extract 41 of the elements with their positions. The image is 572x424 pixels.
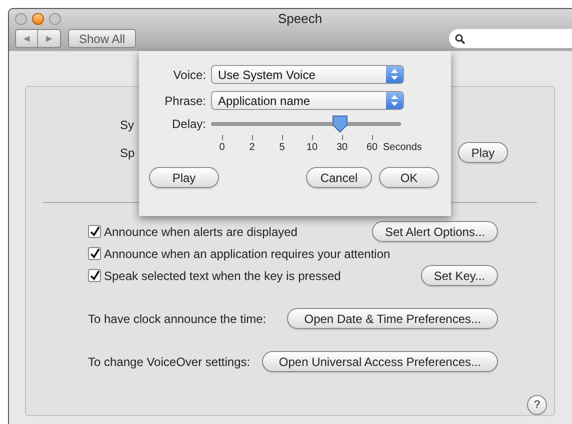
- field-label: Sy: [120, 117, 134, 134]
- checkbox[interactable]: [88, 225, 101, 238]
- checkbox[interactable]: [88, 247, 101, 260]
- field-label: Phrase:: [164, 92, 206, 110]
- tick-label: 30: [327, 135, 357, 153]
- help-button[interactable]: ?: [527, 395, 547, 415]
- ok-button[interactable]: OK: [379, 167, 439, 188]
- close-icon[interactable]: [15, 12, 27, 24]
- phrase-dropdown[interactable]: Application name: [211, 91, 404, 110]
- field-label: Delay:: [170, 116, 206, 133]
- options-button[interactable]: Set Key...: [420, 265, 498, 286]
- tick-label: 0: [207, 135, 237, 153]
- checkbox[interactable]: [88, 269, 101, 282]
- search-icon: [455, 34, 465, 44]
- play-button[interactable]: Play: [458, 142, 508, 163]
- field-label: Sp: [120, 144, 135, 162]
- minimize-icon[interactable]: [32, 12, 44, 24]
- field-label: Voice:: [172, 66, 206, 84]
- preferences-button[interactable]: Open Date & Time Preferences...: [287, 308, 498, 329]
- unit-label: Seconds: [383, 143, 422, 153]
- show-all-button[interactable]: Show All: [68, 29, 136, 48]
- tick-label: 2: [237, 135, 267, 153]
- checkbox-label: Announce when alerts are displayed: [104, 224, 298, 240]
- slider-thumb[interactable]: [332, 115, 348, 133]
- checkbox-label: Announce when an application requires your attention: [104, 246, 390, 262]
- tick-label: 5: [267, 135, 297, 153]
- cancel-button[interactable]: Cancel: [306, 167, 372, 188]
- zoom-icon[interactable]: [49, 12, 61, 24]
- row-label: To have clock announce the time:: [88, 310, 266, 328]
- play-button[interactable]: Play: [149, 167, 219, 188]
- delay-slider[interactable]: [211, 115, 401, 133]
- search-field[interactable]: [449, 29, 572, 48]
- voice-dropdown[interactable]: Use System Voice: [211, 65, 404, 84]
- stepper-icon: [386, 66, 403, 83]
- window-title: Speech: [278, 10, 322, 28]
- preferences-button[interactable]: Open Universal Access Preferences...: [262, 351, 498, 372]
- options-button[interactable]: Set Alert Options...: [372, 221, 498, 242]
- checkbox-label: Speak selected text when the key is pressed: [104, 268, 341, 284]
- tick-label: 10: [297, 135, 327, 153]
- stepper-icon: [386, 92, 403, 109]
- row-label: To change VoiceOver settings:: [88, 354, 250, 370]
